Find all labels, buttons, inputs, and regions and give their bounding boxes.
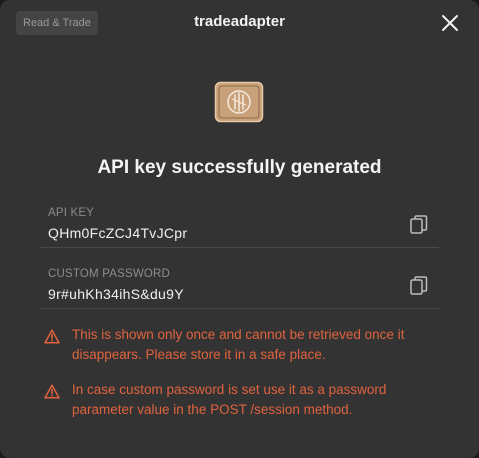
custom-password-label: CUSTOM PASSWORD xyxy=(48,268,171,280)
api-key-dialog: Read & Trade tradeadapter API key succes… xyxy=(0,0,479,458)
close-icon xyxy=(442,15,458,31)
copy-icon xyxy=(410,276,428,295)
copy-icon xyxy=(410,215,428,234)
api-key-field: API KEY QHm0FcZCJ4TvJCpr xyxy=(40,195,439,248)
tradeadapter-logo xyxy=(214,81,264,123)
warning-password-text: In case custom password is set use it as… xyxy=(72,382,387,417)
api-key-value[interactable]: QHm0FcZCJ4TvJCpr xyxy=(48,225,187,241)
copy-password-button[interactable] xyxy=(410,276,428,296)
custom-password-value[interactable]: 9r#uhKh34ihS&du9Y xyxy=(48,286,184,302)
dialog-header: Read & Trade tradeadapter xyxy=(0,0,479,46)
dialog-title: tradeadapter xyxy=(194,13,285,30)
success-heading: API key successfully generated xyxy=(97,157,382,178)
warning-once-text: This is shown only once and cannot be re… xyxy=(72,327,405,362)
warning-icon xyxy=(44,384,60,399)
warning-icon xyxy=(44,329,60,344)
custom-password-field: CUSTOM PASSWORD 9r#uhKh34ihS&du9Y xyxy=(40,256,439,309)
close-button[interactable] xyxy=(438,11,462,35)
copy-api-key-button[interactable] xyxy=(410,215,428,235)
api-key-label: API KEY xyxy=(48,207,95,219)
